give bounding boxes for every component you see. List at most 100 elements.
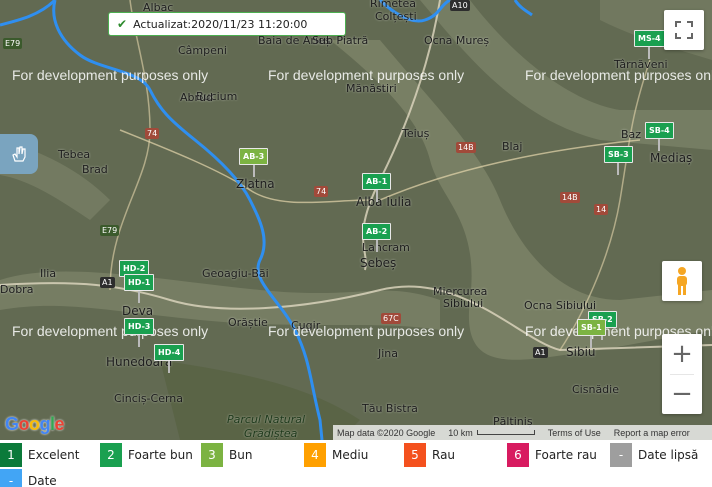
- checkmark-icon: ✔: [117, 17, 128, 31]
- legend-item: 5 Rau: [404, 443, 455, 467]
- street-view-pegman-button[interactable]: [662, 261, 702, 301]
- legend-swatch: 2: [100, 443, 122, 467]
- station-id-label: SB-3: [604, 146, 633, 163]
- place-label: Ocna Mureș: [424, 34, 490, 47]
- place-label: Rimetea: [370, 0, 417, 10]
- station-pole: [168, 361, 171, 373]
- scale-bar: [476, 430, 535, 435]
- legend-label: Bun: [229, 448, 253, 462]
- place-label: Orăștie: [228, 316, 268, 329]
- map-canvas[interactable]: Albac Rimetea Colțești Baia de Arieș Sub Pia…: [0, 0, 712, 440]
- place-label: Lancram: [362, 241, 410, 254]
- google-logo-letter: o: [29, 414, 40, 434]
- place-label: Jina: [378, 347, 399, 360]
- terms-of-use-link[interactable]: Terms of Use: [548, 428, 601, 438]
- legend-label: Foarte rau: [535, 448, 597, 462]
- scale-label: 10 km: [448, 427, 473, 438]
- place-label: Deva: [122, 304, 154, 318]
- legend-label: Rau: [432, 448, 456, 462]
- dev-watermark: For development purposes only: [268, 67, 465, 83]
- station-id-label: SB-1: [577, 319, 606, 336]
- station-id-label: HD-3: [124, 318, 155, 335]
- zoom-control: + −: [662, 334, 702, 414]
- station-id-label: HD-1: [124, 274, 155, 291]
- hand-icon: [12, 146, 26, 162]
- dev-watermark: For development purposes only: [525, 67, 712, 83]
- legend-swatch: -: [0, 469, 22, 487]
- road-number-badge: 14B: [456, 142, 476, 153]
- road-number-badge: 74: [314, 186, 329, 197]
- map-data-attribution: Map data ©2020 Google: [337, 427, 436, 438]
- legend-item: - Date lipsă: [610, 443, 698, 467]
- station-id-label: AB-3: [239, 148, 269, 165]
- dev-watermark: For development purposes only: [12, 67, 209, 83]
- legend-swatch: 3: [201, 443, 223, 467]
- place-label: Ocna Sibiului: [524, 299, 597, 312]
- station-id-label: AB-2: [362, 223, 392, 240]
- dev-watermark: For development purposes only: [268, 323, 465, 339]
- place-label: Zlatna: [236, 177, 275, 191]
- station-marker[interactable]: AB-2: [362, 223, 392, 252]
- place-label: Cinciș-Cerna: [114, 392, 184, 405]
- place-label: Mediaș: [650, 151, 693, 165]
- station-id-label: HD-4: [154, 344, 185, 361]
- legend-item: 6 Foarte rau: [507, 443, 597, 467]
- station-marker[interactable]: AB-1: [362, 173, 392, 202]
- legend-swatch: -: [610, 443, 632, 467]
- zoom-in-button[interactable]: +: [662, 334, 702, 374]
- google-logo-letter: g: [39, 414, 51, 434]
- draw-hand-button[interactable]: [0, 134, 38, 174]
- legend-item: 4 Mediu: [304, 443, 368, 467]
- google-logo-letter: G: [5, 414, 19, 434]
- legend-label: Excelent: [28, 448, 80, 462]
- google-logo-letter: e: [54, 414, 65, 434]
- legend-item: - Date: [0, 469, 57, 487]
- legend-label: Foarte bun: [128, 448, 193, 462]
- station-marker[interactable]: AB-3: [239, 148, 269, 177]
- road-number-badge: A10: [450, 0, 470, 11]
- station-marker[interactable]: MS-4: [634, 30, 665, 59]
- station-id-label: MS-4: [634, 30, 665, 47]
- place-label: Blaj: [502, 140, 523, 153]
- place-label: Baz: [621, 128, 642, 141]
- air-quality-map-page: Albac Rimetea Colțești Baia de Arieș Sub Pia…: [0, 0, 712, 487]
- place-label: Sebeș: [360, 256, 397, 270]
- zoom-out-button[interactable]: −: [662, 374, 702, 414]
- report-map-error-link[interactable]: Report a map error: [614, 428, 690, 438]
- legend-swatch: 6: [507, 443, 529, 467]
- legend-swatch: 5: [404, 443, 426, 467]
- place-label: Cisnădie: [572, 383, 619, 396]
- station-id-label: SB-4: [645, 122, 674, 139]
- station-marker[interactable]: HD-3: [124, 318, 155, 347]
- station-marker[interactable]: SB-3: [604, 146, 633, 175]
- station-marker[interactable]: HD-1: [124, 274, 155, 303]
- air-quality-legend: 1 Excelent 2 Foarte bun 3 Bun 4 Mediu 5 Rau 6 Foart…: [0, 440, 712, 487]
- google-logo-letter: o: [18, 414, 30, 434]
- legend-label: Mediu: [332, 448, 369, 462]
- station-marker[interactable]: HD-4: [154, 344, 185, 373]
- scale-indicator[interactable]: 10 km: [448, 428, 535, 438]
- place-label: Dobra: [0, 283, 34, 296]
- google-logo[interactable]: Google: [5, 414, 65, 435]
- station-marker[interactable]: SB-1: [577, 319, 606, 348]
- station-pole: [658, 139, 661, 151]
- place-label: Tău Bistra: [362, 402, 418, 415]
- station-marker[interactable]: SB-4: [645, 122, 674, 151]
- place-label: Brad: [82, 163, 108, 176]
- road-number-badge: A1: [533, 347, 548, 358]
- last-updated-text: Actualizat:2020/11/23 11:20:00: [133, 17, 308, 31]
- fullscreen-icon: [675, 21, 693, 39]
- place-label: Abrud: [180, 91, 213, 104]
- legend-swatch: 4: [304, 443, 326, 467]
- place-label: Parcul Natural: [227, 413, 306, 426]
- map-attribution-bar: Map data ©2020 Google 10 km Terms of Use…: [333, 425, 712, 440]
- station-id-label: AB-1: [362, 173, 392, 190]
- place-label: Alba Iulia: [356, 195, 412, 209]
- fullscreen-button[interactable]: [664, 10, 704, 50]
- map-terrain: [0, 0, 712, 440]
- place-label: Geoagiu-Băi: [202, 267, 269, 280]
- station-pole: [138, 335, 141, 347]
- dev-watermark: For development purposes only: [12, 323, 209, 339]
- station-pole: [138, 291, 141, 303]
- place-label: Mănăstiri: [346, 82, 397, 95]
